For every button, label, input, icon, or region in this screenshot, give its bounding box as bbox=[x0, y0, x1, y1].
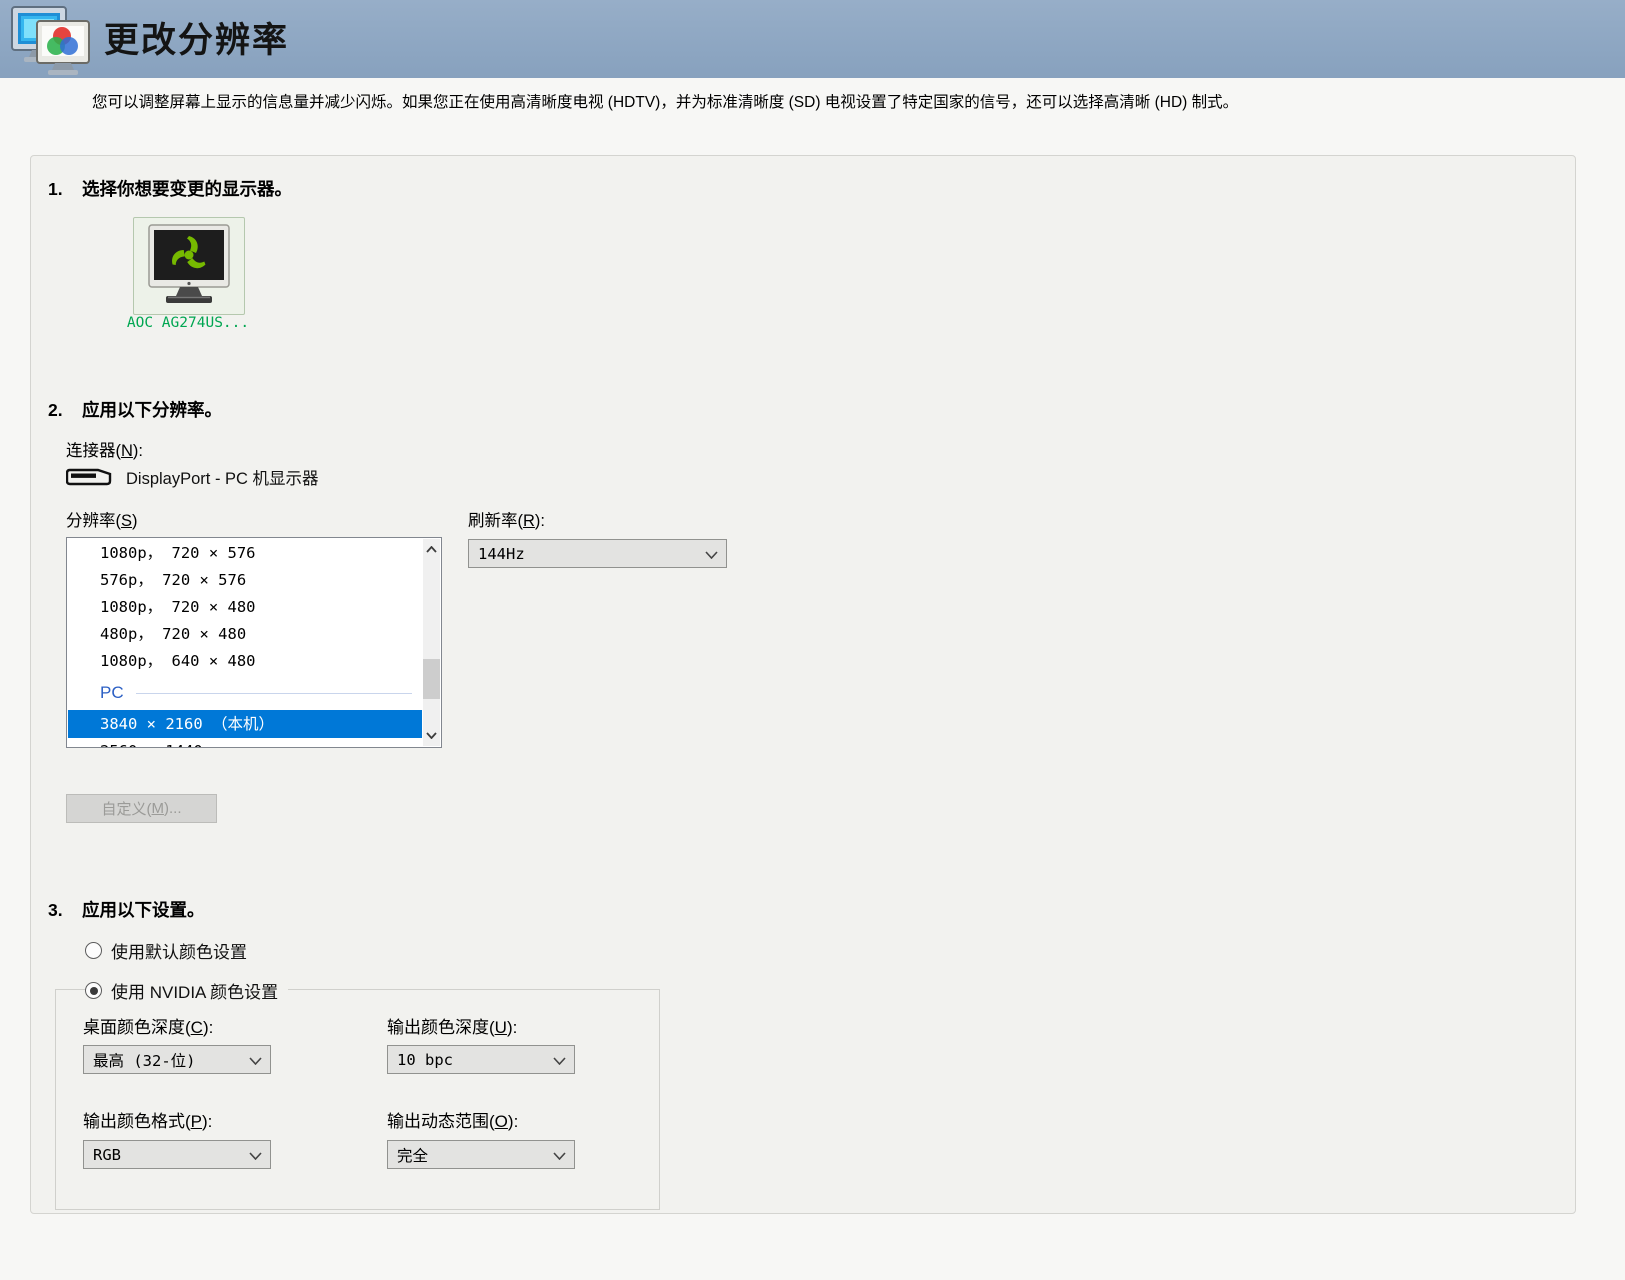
resolution-list-item[interactable]: 576p， 720 × 576 bbox=[68, 567, 422, 594]
page-header: 更改分辨率 bbox=[0, 0, 1625, 78]
refresh-rate-select[interactable]: 144Hz bbox=[468, 539, 727, 568]
section-2-heading: 2.应用以下分辨率。 bbox=[48, 397, 222, 422]
pc-group-label: PC bbox=[68, 683, 124, 703]
monitor-nvidia-icon bbox=[143, 223, 235, 309]
scroll-up-button[interactable] bbox=[423, 539, 440, 560]
radio-default-color[interactable]: 使用默认颜色设置 bbox=[85, 938, 247, 963]
output-depth-value: 10 bpc bbox=[397, 1051, 453, 1069]
output-depth-select[interactable]: 10 bpc bbox=[387, 1045, 575, 1074]
output-range-select[interactable]: 完全 bbox=[387, 1140, 575, 1169]
chevron-down-icon bbox=[705, 551, 718, 559]
section-1-number: 1. bbox=[48, 179, 82, 200]
output-range-label: 输出动态范围(O): bbox=[387, 1107, 518, 1132]
connector-value: DisplayPort - PC 机显示器 bbox=[126, 465, 319, 489]
connector-label: 连接器(N): bbox=[66, 437, 143, 461]
pc-group-divider bbox=[136, 693, 412, 694]
radio-selected-icon bbox=[85, 982, 102, 999]
resolution-label: 分辨率(S) bbox=[66, 507, 138, 531]
desktop-depth-select[interactable]: 最高 (32-位) bbox=[83, 1045, 271, 1074]
connector-row: DisplayPort - PC 机显示器 bbox=[66, 465, 319, 489]
section-3-heading: 3.应用以下设置。 bbox=[48, 897, 205, 922]
resolution-list-item[interactable]: 1080p， 720 × 576 bbox=[68, 540, 422, 567]
resolution-item-selected[interactable]: 3840 × 2160 （本机） bbox=[68, 710, 422, 738]
resolution-item-partial[interactable]: 2560 × 1440 bbox=[68, 738, 422, 747]
radio-unselected-icon bbox=[85, 942, 102, 959]
nvidia-control-panel-page: 更改分辨率 您可以调整屏幕上显示的信息量并减少闪烁。如果您正在使用高清晰度电视 … bbox=[0, 0, 1625, 1280]
chevron-up-icon bbox=[426, 546, 437, 553]
refresh-rate-value: 144Hz bbox=[478, 545, 525, 563]
scroll-thumb[interactable] bbox=[423, 659, 440, 699]
section-3-title: 应用以下设置。 bbox=[82, 900, 205, 920]
display-name-label: AOC AG274US... bbox=[93, 315, 283, 331]
section-2-number: 2. bbox=[48, 400, 82, 421]
output-depth-label: 输出颜色深度(U): bbox=[387, 1013, 517, 1038]
section-1-heading: 1.选择你想要变更的显示器。 bbox=[48, 176, 292, 201]
output-format-label: 输出颜色格式(P): bbox=[83, 1107, 212, 1132]
chevron-down-icon bbox=[249, 1057, 262, 1065]
refresh-rate-label: 刷新率(R): bbox=[468, 507, 545, 531]
display-tile-aoc[interactable] bbox=[133, 217, 245, 315]
chevron-down-icon bbox=[426, 732, 437, 739]
page-description: 您可以调整屏幕上显示的信息量并减少闪烁。如果您正在使用高清晰度电视 (HDTV)… bbox=[92, 90, 1238, 112]
resolution-listbox[interactable]: 1080p， 720 × 576576p， 720 × 5761080p， 72… bbox=[66, 537, 442, 748]
resolution-group-pc: PC bbox=[68, 678, 422, 708]
resolution-list-item[interactable]: 1080p， 640 × 480 bbox=[68, 648, 422, 675]
radio-default-label: 使用默认颜色设置 bbox=[111, 938, 247, 963]
resolution-list-item[interactable]: 1080p， 720 × 480 bbox=[68, 594, 422, 621]
output-range-value: 完全 bbox=[397, 1144, 428, 1166]
scroll-down-button[interactable] bbox=[423, 725, 440, 746]
desktop-depth-value: 最高 (32-位) bbox=[93, 1049, 196, 1071]
output-format-select[interactable]: RGB bbox=[83, 1140, 271, 1169]
change-resolution-icon bbox=[10, 4, 98, 76]
section-3-number: 3. bbox=[48, 900, 82, 921]
displayport-icon bbox=[66, 467, 112, 487]
page-title: 更改分辨率 bbox=[104, 12, 289, 63]
chevron-down-icon bbox=[553, 1152, 566, 1160]
desktop-depth-label: 桌面颜色深度(C): bbox=[83, 1013, 213, 1038]
customize-button[interactable]: 自定义(M)... bbox=[66, 794, 217, 823]
listbox-scrollbar[interactable] bbox=[423, 539, 440, 746]
radio-nvidia-color[interactable]: 使用 NVIDIA 颜色设置 bbox=[85, 978, 288, 1003]
radio-nvidia-label: 使用 NVIDIA 颜色设置 bbox=[111, 978, 278, 1003]
resolution-list-item[interactable]: 480p， 720 × 480 bbox=[68, 621, 422, 648]
chevron-down-icon bbox=[553, 1057, 566, 1065]
chevron-down-icon bbox=[249, 1152, 262, 1160]
section-2-title: 应用以下分辨率。 bbox=[82, 400, 222, 420]
resolution-list: 1080p， 720 × 576576p， 720 × 5761080p， 72… bbox=[68, 540, 422, 675]
output-format-value: RGB bbox=[93, 1146, 121, 1164]
section-1-title: 选择你想要变更的显示器。 bbox=[82, 179, 292, 199]
